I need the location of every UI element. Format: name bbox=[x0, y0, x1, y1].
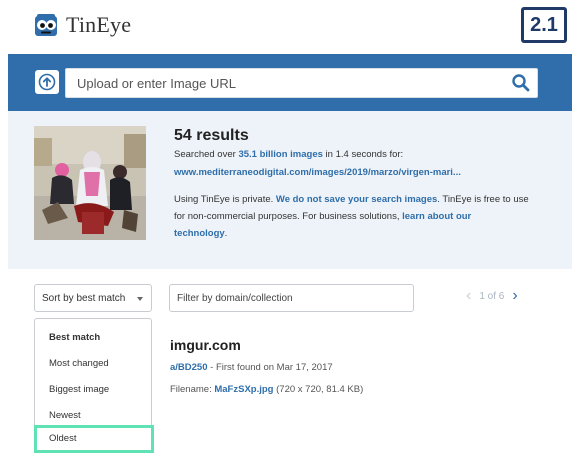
sort-dropdown[interactable]: Sort by best match bbox=[34, 284, 152, 312]
match-first-found: a/BD250 - First found on Mar 17, 2017 bbox=[170, 362, 333, 373]
privacy-note-line2: for non-commercial purposes. For busines… bbox=[174, 211, 472, 222]
search-band bbox=[8, 54, 572, 111]
chevron-left-icon[interactable]: ‹ bbox=[466, 288, 471, 304]
search-box bbox=[65, 68, 538, 98]
pagination: ‹ 1 of 6 › bbox=[466, 288, 518, 304]
logo-text: TinEye bbox=[66, 12, 132, 37]
step-badge: 2.1 bbox=[521, 7, 567, 43]
filter-input[interactable] bbox=[177, 285, 407, 311]
sort-option-newest[interactable]: Newest bbox=[35, 403, 151, 427]
chevron-right-icon[interactable]: › bbox=[512, 288, 517, 304]
technology-link[interactable]: technology bbox=[174, 228, 225, 239]
match-page-link[interactable]: a/BD250 bbox=[170, 362, 208, 373]
search-input[interactable] bbox=[77, 69, 497, 97]
caret-down-icon bbox=[137, 297, 143, 301]
learn-more-link[interactable]: learn about our bbox=[402, 211, 471, 222]
privacy-note-line3: technology. bbox=[174, 228, 228, 239]
sort-dropdown-label: Sort by best match bbox=[42, 293, 126, 304]
sort-option-oldest[interactable]: Oldest bbox=[34, 425, 154, 453]
sort-option-biggest-image[interactable]: Biggest image bbox=[35, 377, 151, 401]
filter-box bbox=[169, 284, 414, 312]
page-indicator: 1 of 6 bbox=[479, 290, 505, 302]
upload-arrow-icon bbox=[38, 73, 56, 91]
match-file-link[interactable]: MaFzSXp.jpg bbox=[214, 384, 273, 395]
upload-button[interactable] bbox=[35, 70, 59, 94]
images-count-link[interactable]: 35.1 billion images bbox=[238, 149, 322, 160]
search-icon[interactable] bbox=[511, 73, 531, 93]
sort-option-most-changed[interactable]: Most changed bbox=[35, 351, 151, 375]
query-url-link[interactable]: www.mediterraneodigital.com/images/2019/… bbox=[174, 167, 461, 178]
privacy-note: Using TinEye is private. We do not save … bbox=[174, 194, 529, 205]
sort-menu: Best match Most changed Biggest image Ne… bbox=[34, 318, 154, 453]
query-image-thumbnail[interactable] bbox=[34, 126, 146, 240]
sort-option-best-match[interactable]: Best match bbox=[35, 325, 151, 349]
privacy-link[interactable]: We do not save your search images bbox=[276, 194, 437, 205]
match-filename: Filename: MaFzSXp.jpg (720 x 720, 81.4 K… bbox=[170, 384, 364, 395]
top-header: TinEye 2.1 bbox=[0, 0, 572, 54]
tineye-logo[interactable]: TinEye bbox=[33, 12, 131, 38]
match-domain[interactable]: imgur.com bbox=[170, 337, 241, 353]
search-stats: Searched over 35.1 billion images in 1.4… bbox=[174, 149, 404, 160]
results-count: 54 results bbox=[174, 127, 249, 144]
tineye-robot-icon bbox=[35, 14, 57, 36]
results-summary: 54 results Searched over 35.1 billion im… bbox=[8, 111, 572, 269]
